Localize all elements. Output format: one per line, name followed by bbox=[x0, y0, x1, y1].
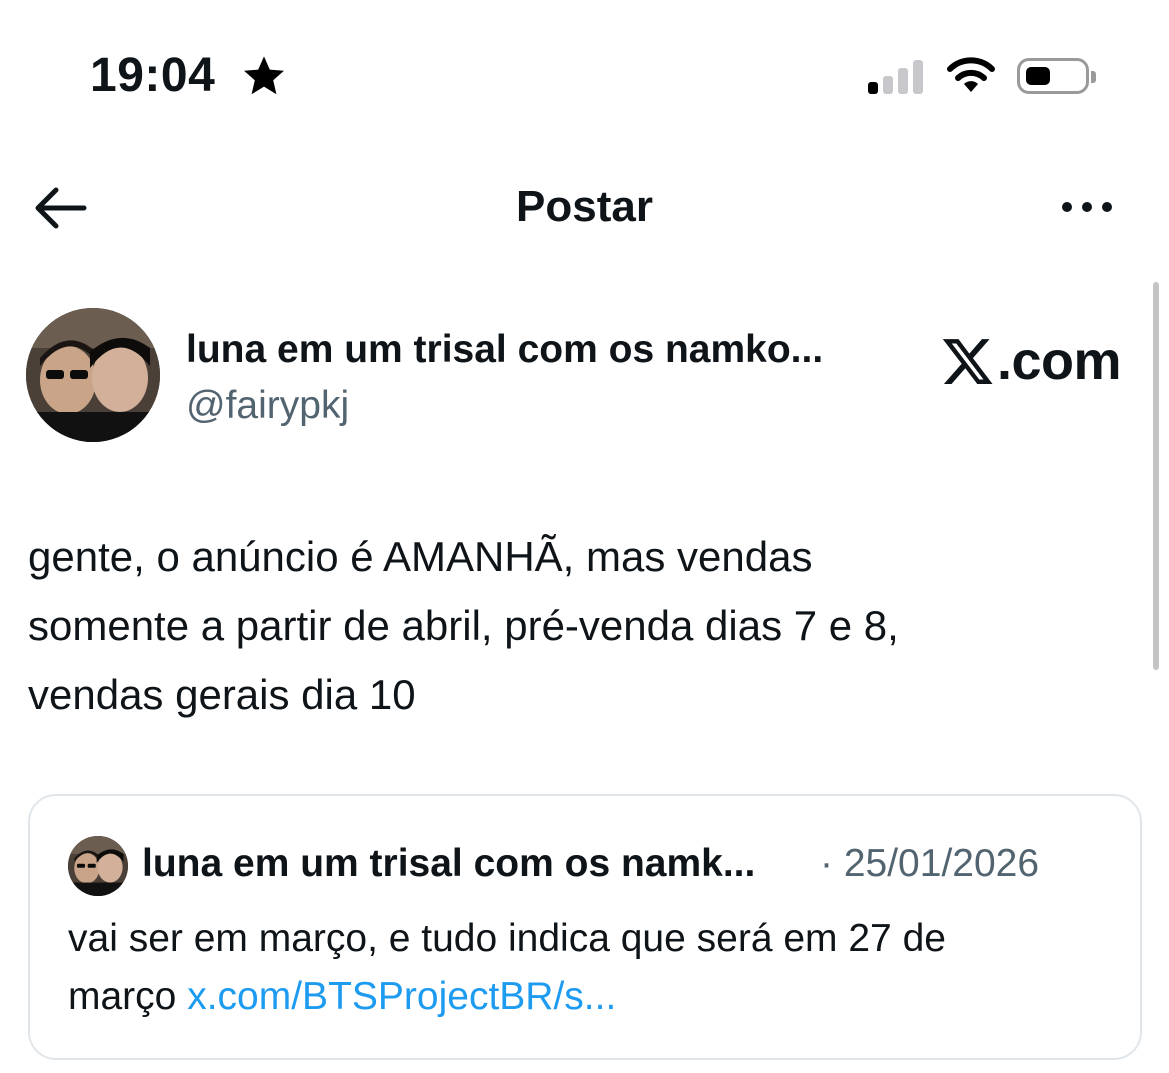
cellular-signal-icon bbox=[868, 58, 923, 94]
scrollbar[interactable] bbox=[1153, 282, 1159, 670]
x-brand-logo: .com bbox=[941, 330, 1122, 392]
quoted-author-name: luna em um trisal com os namk... bbox=[142, 842, 756, 885]
quoted-post-card[interactable]: luna em um trisal com os namk... · 25/01… bbox=[28, 794, 1142, 1060]
quoted-link[interactable]: x.com/BTSProjectBR/s... bbox=[187, 975, 616, 1018]
x-brand-text: .com bbox=[996, 331, 1122, 391]
quoted-avatar-photo bbox=[68, 836, 128, 896]
avatar[interactable] bbox=[26, 308, 160, 442]
quoted-date: 25/01/2026 bbox=[843, 842, 1040, 885]
x-logo-icon bbox=[942, 339, 993, 384]
quoted-separator: · bbox=[820, 842, 833, 885]
quoted-text-prefix: março bbox=[68, 975, 188, 1018]
quoted-text-line: vai ser em março, e tudo indica que será… bbox=[68, 917, 946, 960]
author-handle[interactable]: @fairypkj bbox=[186, 384, 349, 428]
quoted-avatar bbox=[68, 836, 128, 896]
page-title: Postar bbox=[516, 182, 653, 231]
post-text-line: vendas gerais dia 10 bbox=[28, 671, 416, 718]
quoted-text: vai ser em março, e tudo indica que será… bbox=[68, 910, 1118, 1026]
status-time: 19:04 bbox=[90, 49, 216, 102]
more-horizontal-icon[interactable] bbox=[1057, 192, 1117, 222]
post-text-line: gente, o anúncio é AMANHÃ, mas vendas bbox=[28, 533, 813, 580]
quoted-text-line: março x.com/BTSProjectBR/s... bbox=[68, 968, 1118, 1026]
quoted-meta: · 25/01/2026 bbox=[820, 842, 1039, 886]
post-detail-screen: 19:04 Postar luna em um trisal com os na… bbox=[0, 0, 1169, 1073]
post-text-line: somente a partir de abril, pré-venda dia… bbox=[28, 602, 899, 649]
battery-icon bbox=[1017, 58, 1096, 94]
author-name[interactable]: luna em um trisal com os namko... bbox=[186, 328, 906, 372]
wifi-icon bbox=[947, 57, 995, 92]
post-text: gente, o anúncio é AMANHÃ, mas vendas so… bbox=[28, 522, 1128, 729]
star-icon bbox=[244, 56, 284, 95]
status-icons bbox=[868, 56, 1096, 94]
avatar-photo bbox=[26, 308, 160, 442]
